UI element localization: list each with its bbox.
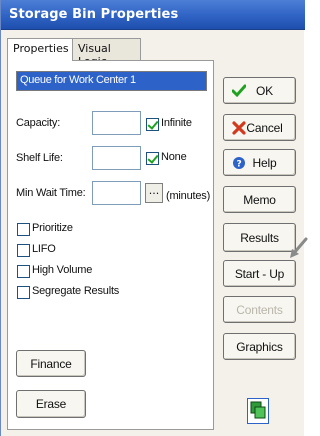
capacity-label: Capacity: — [16, 117, 61, 129]
finance-button-label: Finance — [30, 356, 72, 371]
contents-button-label: Contents — [236, 302, 283, 317]
ok-button[interactable]: OK — [223, 77, 296, 104]
cancel-button-label: Cancel — [246, 120, 283, 135]
check-icon — [232, 84, 246, 98]
x-icon — [232, 121, 246, 135]
capacity-input[interactable] — [92, 111, 141, 135]
tab-strip: Properties Visual Logic — [7, 38, 287, 68]
window-title: Storage Bin Properties — [9, 7, 179, 22]
title-bar[interactable]: Storage Bin Properties — [1, 0, 305, 30]
prioritize-checkbox[interactable] — [17, 223, 30, 236]
infinite-label: Infinite — [161, 117, 192, 129]
none-checkbox[interactable] — [146, 152, 159, 165]
svg-text:?: ? — [236, 160, 241, 170]
finance-button[interactable]: Finance — [16, 350, 86, 377]
startup-button-label: Start - Up — [234, 266, 285, 281]
lifo-label: LIFO — [32, 243, 56, 255]
contents-button[interactable]: Contents — [223, 296, 296, 323]
high-volume-checkbox[interactable] — [17, 265, 30, 278]
memo-button-label: Memo — [243, 192, 276, 207]
minutes-label: (minutes) — [166, 190, 211, 202]
erase-button-label: Erase — [35, 397, 67, 411]
pointer-arrow-icon — [290, 237, 308, 258]
question-icon: ? — [233, 157, 245, 170]
ok-button-label: OK — [256, 83, 273, 98]
high-volume-label: High Volume — [32, 264, 93, 276]
tab-properties[interactable]: Properties — [7, 38, 73, 61]
infinite-checkbox[interactable] — [146, 118, 159, 131]
prioritize-label: Prioritize — [32, 222, 73, 234]
memo-button[interactable]: Memo — [223, 186, 296, 213]
tab-visual-logic[interactable]: Visual Logic — [72, 38, 141, 68]
graphic-preview[interactable] — [247, 398, 269, 424]
shelf-life-input[interactable] — [92, 146, 141, 170]
stacked-boxes-icon — [250, 401, 266, 419]
segregate-results-label: Segregate Results — [32, 285, 120, 297]
graphics-button[interactable]: Graphics — [223, 333, 296, 360]
storage-bin-properties-dialog: Storage Bin Properties Properties Visual… — [0, 0, 308, 436]
help-button[interactable]: ? Help — [223, 149, 296, 176]
none-label: None — [161, 151, 187, 163]
name-field[interactable]: Queue for Work Center 1 — [16, 71, 207, 91]
min-wait-time-input[interactable] — [92, 181, 141, 205]
startup-button[interactable]: Start - Up — [223, 260, 296, 287]
shelf-life-label: Shelf Life: — [16, 152, 63, 164]
min-wait-browse-button[interactable]: ... — [145, 183, 163, 203]
results-button-label: Results — [240, 230, 279, 245]
min-wait-time-label: Min Wait Time: — [16, 187, 86, 199]
erase-button[interactable]: Erase — [16, 390, 86, 418]
cancel-button[interactable]: Cancel — [223, 114, 296, 141]
segregate-results-checkbox[interactable] — [17, 286, 30, 299]
help-button-label: Help — [252, 155, 277, 170]
results-button[interactable]: Results — [223, 223, 296, 252]
graphics-button-label: Graphics — [236, 339, 283, 354]
lifo-checkbox[interactable] — [17, 244, 30, 257]
